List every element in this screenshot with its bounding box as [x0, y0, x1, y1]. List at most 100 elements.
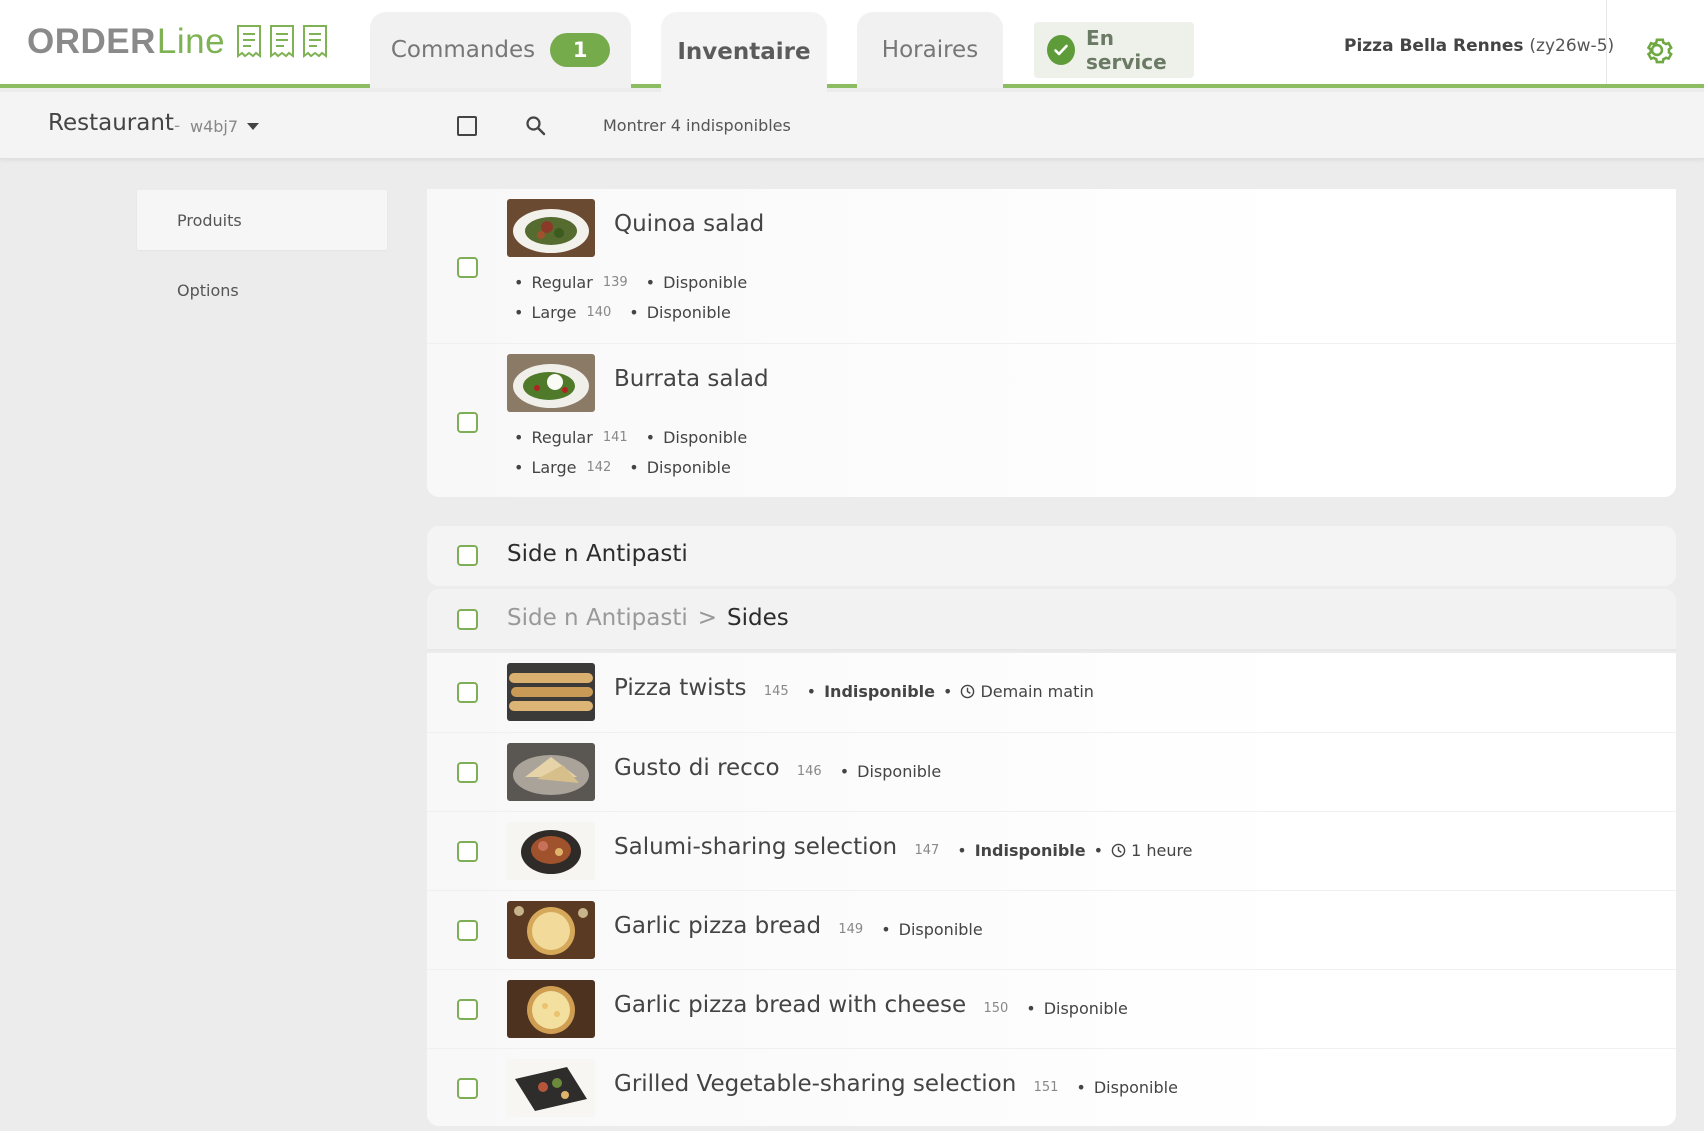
list-item: Pizza twists 145 • Indisponible • Demain … [427, 653, 1676, 732]
restaurant-name: Pizza Bella Rennes [1344, 36, 1524, 56]
item-checkbox[interactable] [457, 1078, 478, 1099]
category-header[interactable]: Side n Antipasti [427, 526, 1676, 586]
tab-commandes[interactable]: Commandes 1 [370, 12, 631, 88]
sidebar-item-options[interactable]: Options [137, 260, 387, 320]
list-item: Salumi-sharing selection 147 • Indisponib… [427, 811, 1676, 890]
variant-id: 140 [586, 305, 612, 320]
availability-status[interactable]: Disponible [1044, 999, 1128, 1018]
garlic-pizza-bread-cheese-image [507, 980, 595, 1038]
store-separator: - [174, 116, 181, 136]
item-checkbox[interactable] [457, 999, 478, 1020]
variant-row: • Regular 139 • Disponible [514, 273, 748, 292]
variant-row: • Large 140 • Disponible [514, 303, 731, 322]
product-id: 145 [763, 684, 789, 699]
restaurant-account[interactable]: Pizza Bella Rennes (zy26w-5) [1344, 36, 1614, 56]
breadcrumb-parent[interactable]: Side n Antipasti [507, 605, 688, 631]
tab-inventaire-label: Inventaire [677, 39, 811, 65]
item-checkbox[interactable] [457, 682, 478, 703]
subcategory-checkbox[interactable] [457, 609, 478, 630]
chevron-down-icon[interactable] [247, 123, 259, 130]
product-name-line: Garlic pizza bread with cheese 150 • Disp… [614, 992, 1128, 1018]
product-id: 149 [838, 922, 864, 937]
orders-count-badge: 1 [550, 33, 611, 67]
availability-status[interactable]: Disponible [663, 273, 747, 292]
gear-icon[interactable] [1640, 33, 1674, 67]
availability-status[interactable]: Indisponible [824, 682, 935, 701]
logo-text-line: Line [156, 22, 226, 61]
product-id: 151 [1033, 1080, 1059, 1095]
breadcrumb: Side n Antipasti > Sides [507, 605, 789, 631]
product-name: Salumi-sharing selection [614, 834, 898, 860]
category-checkbox[interactable] [457, 545, 478, 566]
pizza-twists-image [507, 663, 595, 721]
sides-list-card: Pizza twists 145 • Indisponible • Demain … [427, 653, 1676, 1126]
item-checkbox[interactable] [457, 762, 478, 783]
product-name-line: Gusto di recco 146 • Disponible [614, 755, 942, 781]
list-item: Burrata salad • Regular 141 • Disponible •… [427, 343, 1676, 497]
variant-size: Regular [531, 273, 593, 292]
tab-horaires[interactable]: Horaires [857, 12, 1003, 88]
variant-id: 139 [602, 275, 628, 290]
orderline-logo[interactable]: ORDERLine [27, 20, 329, 64]
tab-inventaire[interactable]: Inventaire [661, 12, 827, 92]
variant-id: 141 [602, 430, 628, 445]
grilled-vegetable-sharing-image [507, 1059, 595, 1117]
item-checkbox[interactable] [457, 257, 478, 278]
product-name: Pizza twists [614, 675, 747, 701]
product-name-line: Grilled Vegetable-sharing selection 151 … [614, 1071, 1178, 1097]
product-name-line: Salumi-sharing selection 147 • Indisponib… [614, 834, 1193, 860]
quinoa-salad-image [507, 199, 595, 257]
unavailable-until: 1 heure [1131, 841, 1193, 860]
variant-row: • Regular 141 • Disponible [514, 428, 748, 447]
item-checkbox[interactable] [457, 920, 478, 941]
breadcrumb-separator: > [697, 605, 718, 631]
sidebar-item-produits[interactable]: Produits [137, 190, 387, 250]
store-selector[interactable]: Restaurant [48, 110, 174, 136]
product-name: Gusto di recco [614, 755, 780, 781]
check-circle-icon [1047, 35, 1076, 65]
availability-status[interactable]: Disponible [647, 303, 731, 322]
availability-status[interactable]: Disponible [663, 428, 747, 447]
select-all-checkbox[interactable] [457, 116, 477, 136]
salumi-sharing-image [507, 822, 595, 880]
top-bar: ORDERLine Commandes 1 Inventaire Horaire… [0, 0, 1704, 92]
item-checkbox[interactable] [457, 412, 478, 433]
product-id: 150 [983, 1001, 1009, 1016]
list-item: Grilled Vegetable-sharing selection 151 … [427, 1048, 1676, 1126]
availability-status[interactable]: Indisponible [975, 841, 1086, 860]
availability-status[interactable]: Disponible [1094, 1078, 1178, 1097]
service-status-label: En service [1086, 26, 1167, 74]
search-icon[interactable] [525, 115, 547, 137]
product-name: Garlic pizza bread [614, 913, 822, 939]
product-id: 147 [914, 843, 940, 858]
availability-status[interactable]: Disponible [647, 458, 731, 477]
inventory-toolbar: Restaurant - w4bj7 Montrer 4 indisponibl… [0, 92, 1704, 159]
breadcrumb-current: Sides [727, 605, 789, 631]
tab-horaires-label: Horaires [881, 37, 979, 63]
sidebar-item-label: Options [177, 280, 239, 300]
variant-size: Large [531, 458, 577, 477]
logo-text-order: ORDER [27, 22, 156, 61]
show-unavailable-link[interactable]: Montrer 4 indisponibles [603, 116, 791, 135]
availability-status[interactable]: Disponible [899, 920, 983, 939]
subcategory-header[interactable]: Side n Antipasti > Sides [427, 589, 1676, 651]
product-name-line: Garlic pizza bread 149 • Disponible [614, 913, 983, 939]
receipt-tickets-icon [235, 24, 329, 60]
variant-size: Regular [531, 428, 593, 447]
availability-status[interactable]: Disponible [857, 762, 941, 781]
header-divider [1606, 0, 1607, 84]
burrata-salad-image [507, 354, 595, 412]
service-status-button[interactable]: En service [1034, 22, 1194, 78]
variant-id: 142 [586, 460, 612, 475]
variant-size: Large [531, 303, 577, 322]
product-name-line: Pizza twists 145 • Indisponible • Demain … [614, 675, 1094, 701]
clock-icon [1111, 843, 1126, 858]
restaurant-code: (zy26w-5) [1529, 36, 1615, 56]
store-code: w4bj7 [190, 117, 239, 136]
tab-commandes-label: Commandes [390, 37, 536, 63]
variant-row: • Large 142 • Disponible [514, 458, 731, 477]
list-item: Garlic pizza bread with cheese 150 • Disp… [427, 969, 1676, 1048]
product-name: Quinoa salad [614, 211, 765, 237]
item-checkbox[interactable] [457, 841, 478, 862]
sidebar-item-label: Produits [177, 210, 242, 230]
